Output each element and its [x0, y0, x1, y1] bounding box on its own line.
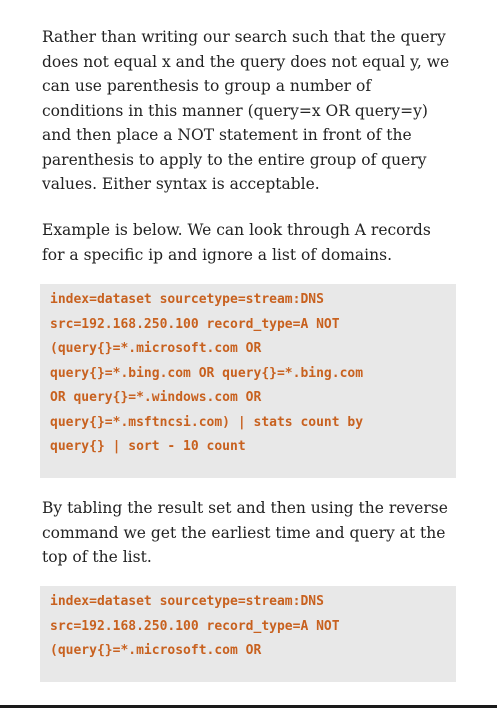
code-line: OR query{}=*.windows.com OR [50, 390, 262, 405]
text-line: can use parenthesis to group a number of [42, 77, 372, 95]
code-line: (query{}=*.microsoft.com OR [50, 643, 262, 658]
text-line: command we get the earliest time and que… [42, 523, 446, 542]
code-line: query{}=*.msftncsi.com) | stats count by [50, 414, 364, 430]
paragraph-example-intro: Example is below. We can look through A … [42, 218, 462, 267]
code-block-query-example: index=dataset sourcetype=stream:DNS src=… [40, 284, 456, 478]
text-line: Example is below. We can look through A … [42, 221, 431, 239]
text-line: conditions in this manner (query=x OR qu… [42, 101, 428, 120]
text-line: does not equal x and the query does not … [42, 52, 450, 71]
code-block-reverse-example: index=dataset sourcetype=stream:DNS src=… [40, 586, 456, 682]
code-line: query{}=*.bing.com OR query{}=*.bing.com [50, 365, 364, 381]
text-line: values. Either syntax is acceptable. [42, 175, 320, 193]
paragraph-not-grouping: Rather than writing our search such that… [42, 25, 462, 197]
text-line: By tabling the result set and then using… [42, 499, 448, 517]
document-page: Rather than writing our search such that… [0, 0, 497, 708]
code-line: index=dataset sourcetype=stream:DNS [50, 594, 324, 609]
code-line: src=192.168.250.100 record_type=A NOT [50, 618, 340, 634]
code-line: src=192.168.250.100 record_type=A NOT [50, 316, 340, 332]
text-line: and then place a NOT statement in front … [42, 126, 412, 144]
code-line: (query{}=*.microsoft.com OR [50, 341, 262, 356]
text-line: Rather than writing our search such that… [42, 28, 446, 46]
text-line: for a specific ip and ignore a list of d… [42, 245, 392, 264]
code-line: query{} | sort - 10 count [50, 439, 246, 454]
text-line: parenthesis to apply to the entire group… [42, 150, 427, 169]
text-line: top of the list. [42, 548, 152, 566]
code-line: index=dataset sourcetype=stream:DNS [50, 292, 324, 307]
paragraph-reverse-command: By tabling the result set and then using… [42, 496, 462, 570]
